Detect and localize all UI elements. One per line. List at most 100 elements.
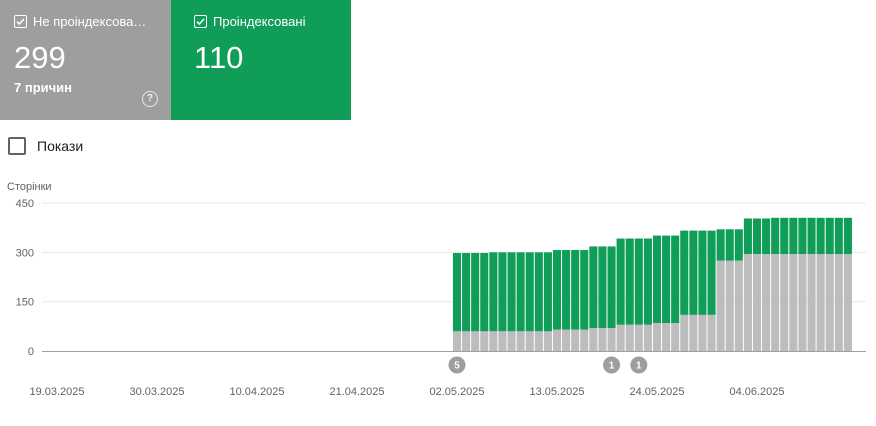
y-tick-label: 150: [16, 297, 34, 309]
bar-indexed: [689, 230, 698, 315]
bar-not-indexed: [462, 331, 471, 351]
x-tick-label: 21.04.2025: [329, 386, 384, 398]
bar-not-indexed: [743, 253, 752, 351]
bar-not-indexed: [625, 324, 634, 351]
bar-indexed: [716, 229, 725, 261]
bar-not-indexed: [634, 324, 643, 351]
bar-indexed: [452, 252, 462, 332]
bar-indexed: [662, 235, 671, 324]
bar-indexed: [843, 217, 852, 254]
bar-not-indexed: [598, 327, 607, 351]
bar-not-indexed: [807, 253, 816, 351]
bar-not-indexed: [780, 253, 789, 351]
x-tick-label: 19.03.2025: [29, 386, 84, 398]
bar-not-indexed: [480, 331, 489, 351]
bar-indexed: [707, 230, 716, 315]
bar-indexed: [771, 217, 780, 254]
bar-not-indexed: [552, 329, 562, 351]
bar-indexed: [762, 218, 771, 254]
bar-indexed: [634, 238, 643, 325]
bar-indexed: [507, 252, 516, 332]
bar-indexed: [516, 252, 525, 332]
bar-indexed: [625, 238, 634, 325]
indexing-chart: Сторінки 450 300 150 0 19.03.2025 30.03.2025…: [7, 181, 866, 398]
bar-not-indexed: [498, 331, 507, 351]
bar-not-indexed: [825, 253, 834, 351]
bar-indexed: [616, 238, 625, 325]
bar-not-indexed: [689, 314, 698, 351]
bar-indexed: [471, 252, 480, 332]
bar-indexed: [752, 218, 762, 254]
bar-indexed: [489, 252, 498, 332]
bar-not-indexed: [698, 314, 707, 351]
bar-not-indexed: [589, 327, 598, 351]
x-tick-label: 13.05.2025: [529, 386, 584, 398]
bar-indexed: [734, 229, 743, 261]
bar-indexed: [816, 217, 825, 254]
bar-not-indexed: [571, 329, 580, 351]
bar-indexed: [780, 217, 789, 254]
bar-not-indexed: [834, 253, 843, 351]
bar-not-indexed: [752, 253, 762, 351]
bar-not-indexed: [562, 329, 571, 351]
bar-indexed: [552, 250, 562, 330]
bar-not-indexed: [616, 324, 625, 351]
bar-not-indexed: [716, 260, 725, 351]
y-tick-label: 0: [28, 346, 34, 358]
bar-indexed: [789, 217, 798, 254]
bar-indexed: [834, 217, 843, 254]
bar-not-indexed: [652, 323, 662, 351]
bar-indexed: [725, 229, 734, 261]
bar-not-indexed: [471, 331, 480, 351]
bar-not-indexed: [516, 331, 525, 351]
bar-not-indexed: [607, 327, 616, 351]
bar-indexed: [462, 252, 471, 332]
bar-indexed: [571, 250, 580, 330]
bar-not-indexed: [543, 331, 552, 351]
bar-indexed: [607, 246, 616, 328]
bar-indexed: [580, 250, 589, 330]
bar-not-indexed: [843, 253, 852, 351]
bar-not-indexed: [762, 253, 771, 351]
annotation-count: 1: [609, 361, 615, 372]
bar-indexed: [698, 230, 707, 315]
bar-not-indexed: [580, 329, 589, 351]
x-tick-label: 30.03.2025: [129, 386, 184, 398]
bar-not-indexed: [734, 260, 743, 351]
bar-not-indexed: [725, 260, 734, 351]
bar-indexed: [534, 252, 543, 332]
bar-indexed: [680, 230, 689, 315]
annotation-count: 5: [454, 361, 460, 372]
bar-not-indexed: [507, 331, 516, 351]
x-tick-label: 02.05.2025: [429, 386, 484, 398]
bar-not-indexed: [662, 323, 671, 351]
bar-not-indexed: [771, 253, 780, 351]
x-tick-label: 24.05.2025: [629, 386, 684, 398]
bar-indexed: [589, 246, 598, 328]
bar-not-indexed: [534, 331, 543, 351]
bar-indexed: [671, 235, 680, 324]
bar-not-indexed: [452, 331, 462, 351]
y-tick-label: 450: [16, 198, 34, 210]
bar-indexed: [743, 218, 752, 254]
bar-not-indexed: [489, 331, 498, 351]
bar-not-indexed: [789, 253, 798, 351]
annotation-count: 1: [636, 361, 642, 372]
bar-not-indexed: [798, 253, 807, 351]
bar-indexed: [598, 246, 607, 328]
bar-indexed: [498, 252, 507, 332]
bar-not-indexed: [816, 253, 825, 351]
bar-indexed: [525, 252, 534, 332]
bar-not-indexed: [707, 314, 716, 351]
bar-indexed: [643, 238, 652, 325]
bar-indexed: [825, 217, 834, 254]
bar-not-indexed: [671, 323, 680, 351]
y-tick-label: 300: [16, 247, 34, 259]
bar-not-indexed: [680, 314, 689, 351]
bar-indexed: [562, 250, 571, 330]
y-axis-title: Сторінки: [7, 181, 52, 193]
bar-indexed: [807, 217, 816, 254]
bar-indexed: [480, 252, 489, 332]
bar-indexed: [652, 235, 662, 324]
bar-indexed: [543, 252, 552, 332]
